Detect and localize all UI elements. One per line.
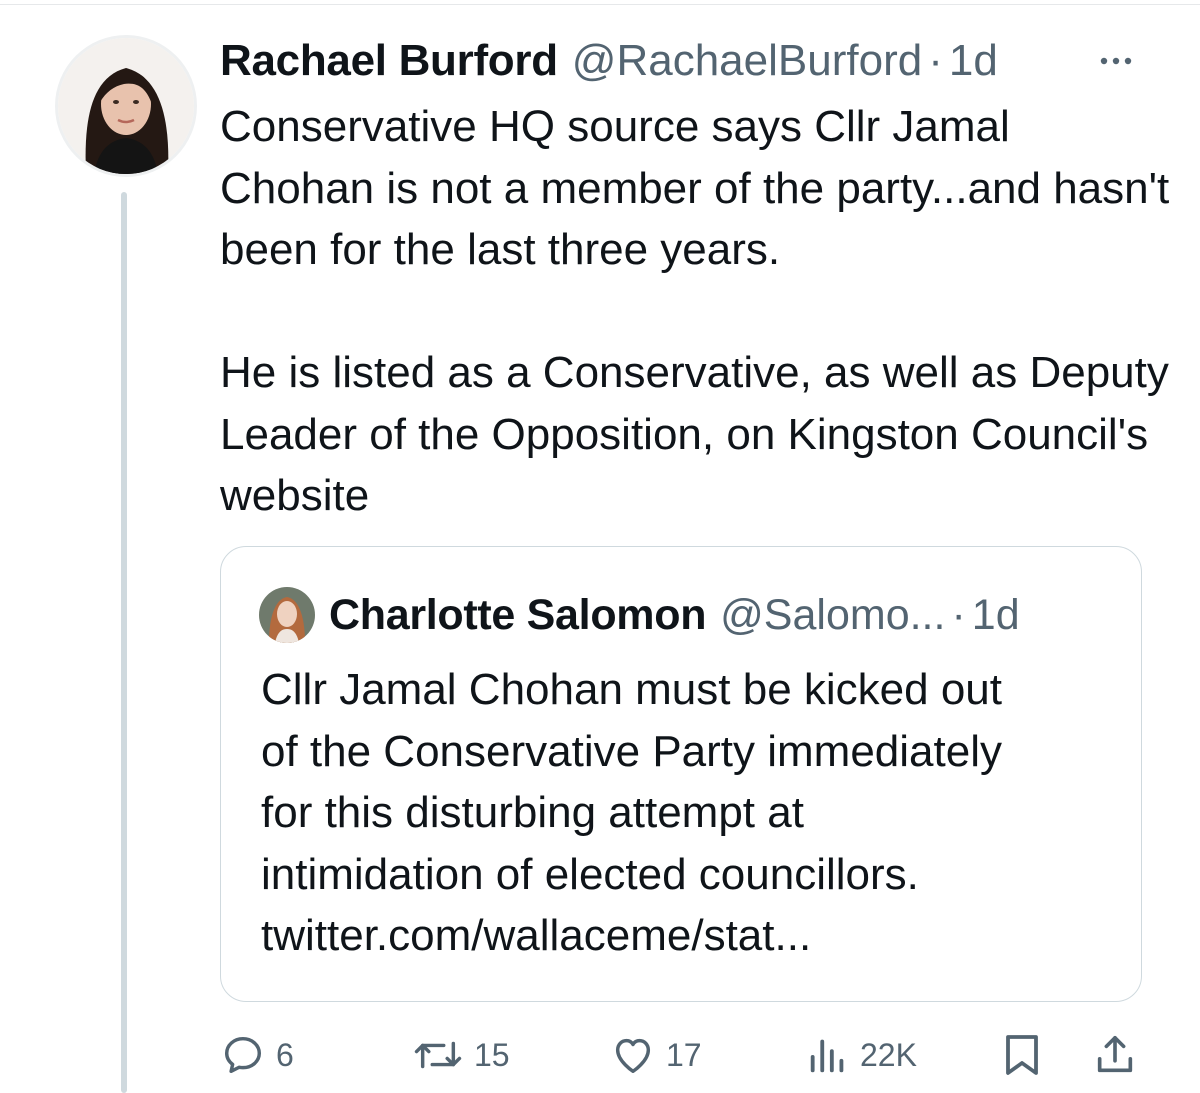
- quote-line: for this disturbing attempt at: [261, 788, 804, 837]
- like-button[interactable]: 17: [610, 1030, 702, 1080]
- repost-icon: [412, 1032, 464, 1078]
- quote-timestamp[interactable]: 1d: [972, 591, 1020, 640]
- action-bar: 6 15 17 22K: [0, 1030, 1200, 1080]
- quote-header-separator: ·: [951, 590, 966, 639]
- quote-author-handle[interactable]: @Salomo...: [720, 591, 945, 640]
- thread-connector-line: [121, 192, 127, 1093]
- views-icon: [806, 1032, 850, 1078]
- quote-author-name[interactable]: Charlotte Salomon: [329, 591, 706, 640]
- bookmark-button[interactable]: [1000, 1030, 1044, 1080]
- quote-text: Cllr Jamal Chohan must be kicked out of …: [261, 659, 1121, 967]
- tweet-paragraph: He is listed as a Conservative, as well …: [220, 348, 1169, 520]
- like-icon: [610, 1032, 656, 1078]
- quote-author-avatar[interactable]: [259, 587, 315, 643]
- share-button[interactable]: [1092, 1030, 1138, 1080]
- more-icon[interactable]: [1092, 46, 1140, 76]
- author-avatar[interactable]: [58, 38, 194, 174]
- reply-button[interactable]: 6: [220, 1030, 294, 1080]
- quote-line: Cllr Jamal Chohan must be kicked out: [261, 665, 1002, 714]
- quote-line: intimidation of elected councillors.: [261, 849, 919, 899]
- like-count: 17: [666, 1036, 702, 1073]
- top-divider: [0, 4, 1200, 5]
- quote-line: of the Conservative Party immediately: [261, 726, 1002, 776]
- header-separator: ·: [928, 36, 943, 85]
- repost-count: 15: [474, 1036, 510, 1073]
- tweet-header: Rachael Burford @RachaelBurford · 1d: [220, 36, 998, 88]
- share-icon: [1092, 1031, 1138, 1079]
- author-name[interactable]: Rachael Burford: [220, 36, 558, 86]
- tweet-timestamp[interactable]: 1d: [949, 36, 998, 86]
- views-button[interactable]: 22K: [806, 1030, 917, 1080]
- reply-icon: [220, 1032, 266, 1078]
- repost-button[interactable]: 15: [412, 1030, 510, 1080]
- author-handle[interactable]: @RachaelBurford: [572, 36, 922, 86]
- views-count: 22K: [860, 1036, 917, 1073]
- quote-header: Charlotte Salomon @Salomo... · 1d: [329, 587, 1020, 643]
- tweet-paragraph: Conservative HQ source says Cllr Jamal C…: [220, 102, 1170, 274]
- tweet-text: Conservative HQ source says Cllr Jamal C…: [220, 96, 1170, 527]
- bookmark-icon: [1000, 1031, 1044, 1079]
- quoted-tweet-card[interactable]: Charlotte Salomon @Salomo... · 1d Cllr J…: [220, 546, 1142, 1002]
- quote-link[interactable]: twitter.com/wallaceme/stat...: [261, 905, 1121, 967]
- reply-count: 6: [276, 1036, 294, 1073]
